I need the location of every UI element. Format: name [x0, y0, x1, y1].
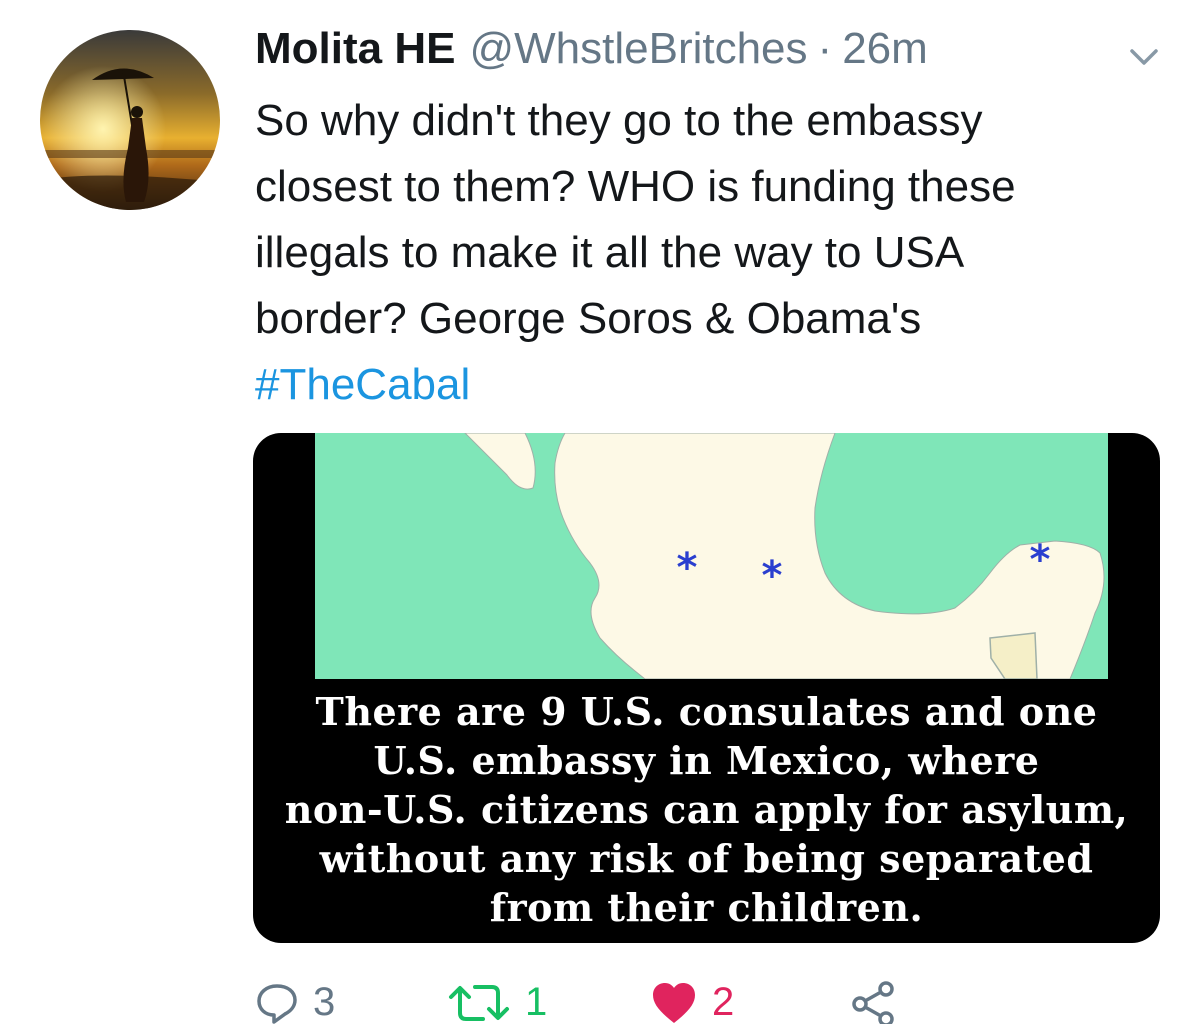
- retweet-icon: [449, 984, 509, 1021]
- consulate-marker: *: [677, 545, 698, 591]
- consulate-marker: *: [762, 553, 783, 599]
- caption-line: without any risk of being separated: [319, 836, 1094, 881]
- heart-icon: [653, 982, 695, 1023]
- share-icon: [852, 981, 894, 1024]
- tweet-text-line: So why didn't they go to the embassy: [255, 96, 983, 145]
- tweet-text: So why didn't they go to the embassy clo…: [255, 88, 1155, 418]
- author-handle[interactable]: @WhstleBritches: [469, 24, 807, 74]
- separator-dot: ·: [817, 24, 833, 73]
- like-button[interactable]: 2: [650, 980, 734, 1025]
- tweet-timestamp[interactable]: 26m: [842, 24, 928, 74]
- reply-icon: [257, 983, 297, 1024]
- caption-line: from their children.: [489, 885, 924, 930]
- reply-count: 3: [313, 980, 336, 1024]
- tweet-text-line: closest to them? WHO is funding these: [255, 162, 1016, 211]
- consulate-marker: *: [1030, 537, 1051, 583]
- reply-button[interactable]: 3: [255, 980, 335, 1025]
- image-caption: There are 9 U.S. consulates and one U.S.…: [253, 687, 1160, 932]
- caption-line: There are 9 U.S. consulates and one: [315, 689, 1098, 734]
- retweet-button[interactable]: 1: [447, 980, 547, 1025]
- author-name[interactable]: Molita HE: [255, 24, 455, 74]
- chevron-down-icon[interactable]: [1124, 42, 1164, 72]
- tweet-media[interactable]: * * * There are 9 U.S. consulates and on…: [253, 433, 1160, 943]
- hashtag-link[interactable]: #TheCabal: [255, 360, 470, 409]
- tweet-text-line: illegals to make it all the way to USA: [255, 228, 965, 277]
- like-count: 2: [712, 980, 735, 1024]
- caption-line: U.S. embassy in Mexico, where: [373, 738, 1040, 783]
- tweet-actions: 3 1 2: [255, 980, 1155, 1027]
- retweet-count: 1: [525, 980, 548, 1024]
- avatar[interactable]: [40, 30, 220, 210]
- tweet-text-line: border? George Soros & Obama's: [255, 294, 922, 343]
- avatar-image: [40, 30, 220, 210]
- share-button[interactable]: [850, 980, 898, 1024]
- caption-line: non-U.S. citizens can apply for asylum,: [284, 787, 1129, 832]
- tweet-header: Molita HE @WhstleBritches · 26m: [255, 24, 1140, 80]
- mexico-map: * * *: [315, 433, 1108, 679]
